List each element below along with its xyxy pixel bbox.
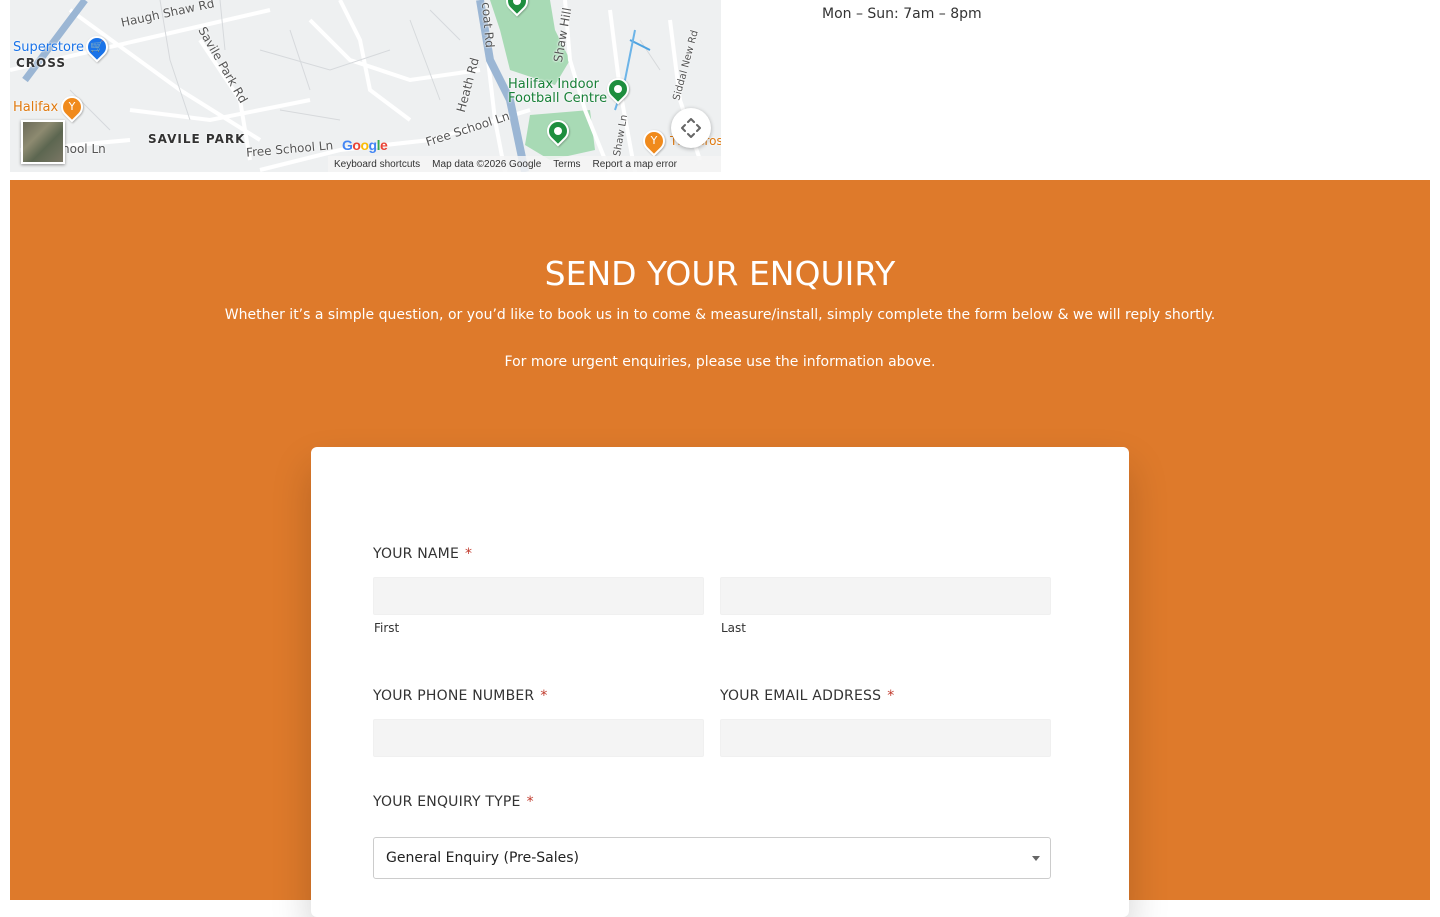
map-data-attribution: Map data ©2026 Google — [432, 158, 542, 170]
enquiry-section: SEND YOUR ENQUIRY Whether it’s a simple … — [10, 180, 1430, 917]
dropdown-caret-icon — [1032, 856, 1040, 861]
email-label: YOUR EMAIL ADDRESS * — [720, 688, 894, 704]
first-name-sublabel: First — [374, 621, 400, 635]
phone-label: YOUR PHONE NUMBER * — [373, 688, 548, 704]
enquiry-form: YOUR NAME * First Last YOUR PHONE NUMBER *… — [311, 447, 1129, 917]
required-marker: * — [887, 688, 895, 704]
enquiry-note: For more urgent enquiries, please use th… — [504, 354, 936, 370]
required-marker: * — [465, 546, 473, 562]
last-name-input[interactable] — [720, 577, 1051, 615]
phone-label-text: YOUR PHONE NUMBER — [373, 688, 535, 704]
enquiry-type-select[interactable]: General Enquiry (Pre-Sales) — [373, 837, 1051, 879]
enquiry-type-label: YOUR ENQUIRY TYPE * — [373, 794, 534, 810]
map-label-indoor-football: Halifax Indoor Football Centre — [508, 77, 608, 106]
last-name-sublabel: Last — [721, 621, 746, 635]
embedded-map[interactable]: Haugh Shaw Rd Superstore CROSS Savile Pa… — [10, 0, 721, 172]
map-label-school-ln-left: hool Ln — [62, 142, 106, 156]
first-name-input[interactable] — [373, 577, 704, 615]
fullscreen-icon — [681, 118, 701, 138]
name-label-text: YOUR NAME — [373, 546, 460, 562]
google-logo: Google — [342, 137, 388, 153]
opening-hours: Mon – Sun: 7am – 8pm — [822, 6, 982, 22]
map-label-halifax: Halifax — [13, 100, 59, 115]
required-marker: * — [540, 688, 548, 704]
email-label-text: YOUR EMAIL ADDRESS — [720, 688, 882, 704]
name-label: YOUR NAME * — [373, 546, 472, 562]
report-map-error-link[interactable]: Report a map error — [593, 159, 677, 170]
keyboard-shortcuts-link[interactable]: Keyboard shortcuts — [334, 159, 420, 170]
terms-link[interactable]: Terms — [553, 159, 580, 170]
email-input[interactable] — [720, 719, 1051, 757]
map-label-superstore: Superstore — [13, 40, 84, 55]
required-marker: * — [526, 794, 534, 810]
map-footer: Keyboard shortcuts Map data ©2026 Google… — [328, 156, 721, 172]
enquiry-type-label-text: YOUR ENQUIRY TYPE — [373, 794, 521, 810]
enquiry-type-selected-value: General Enquiry (Pre-Sales) — [386, 850, 579, 866]
phone-input[interactable] — [373, 719, 704, 757]
enquiry-title: SEND YOUR ENQUIRY — [544, 254, 896, 293]
satellite-view-toggle[interactable] — [21, 120, 65, 164]
map-label-cross: CROSS — [16, 56, 66, 70]
enquiry-description: Whether it’s a simple question, or you’d… — [224, 307, 1216, 323]
map-fullscreen-button[interactable] — [671, 108, 711, 148]
map-label-savile-park: SAVILE PARK — [148, 132, 246, 146]
